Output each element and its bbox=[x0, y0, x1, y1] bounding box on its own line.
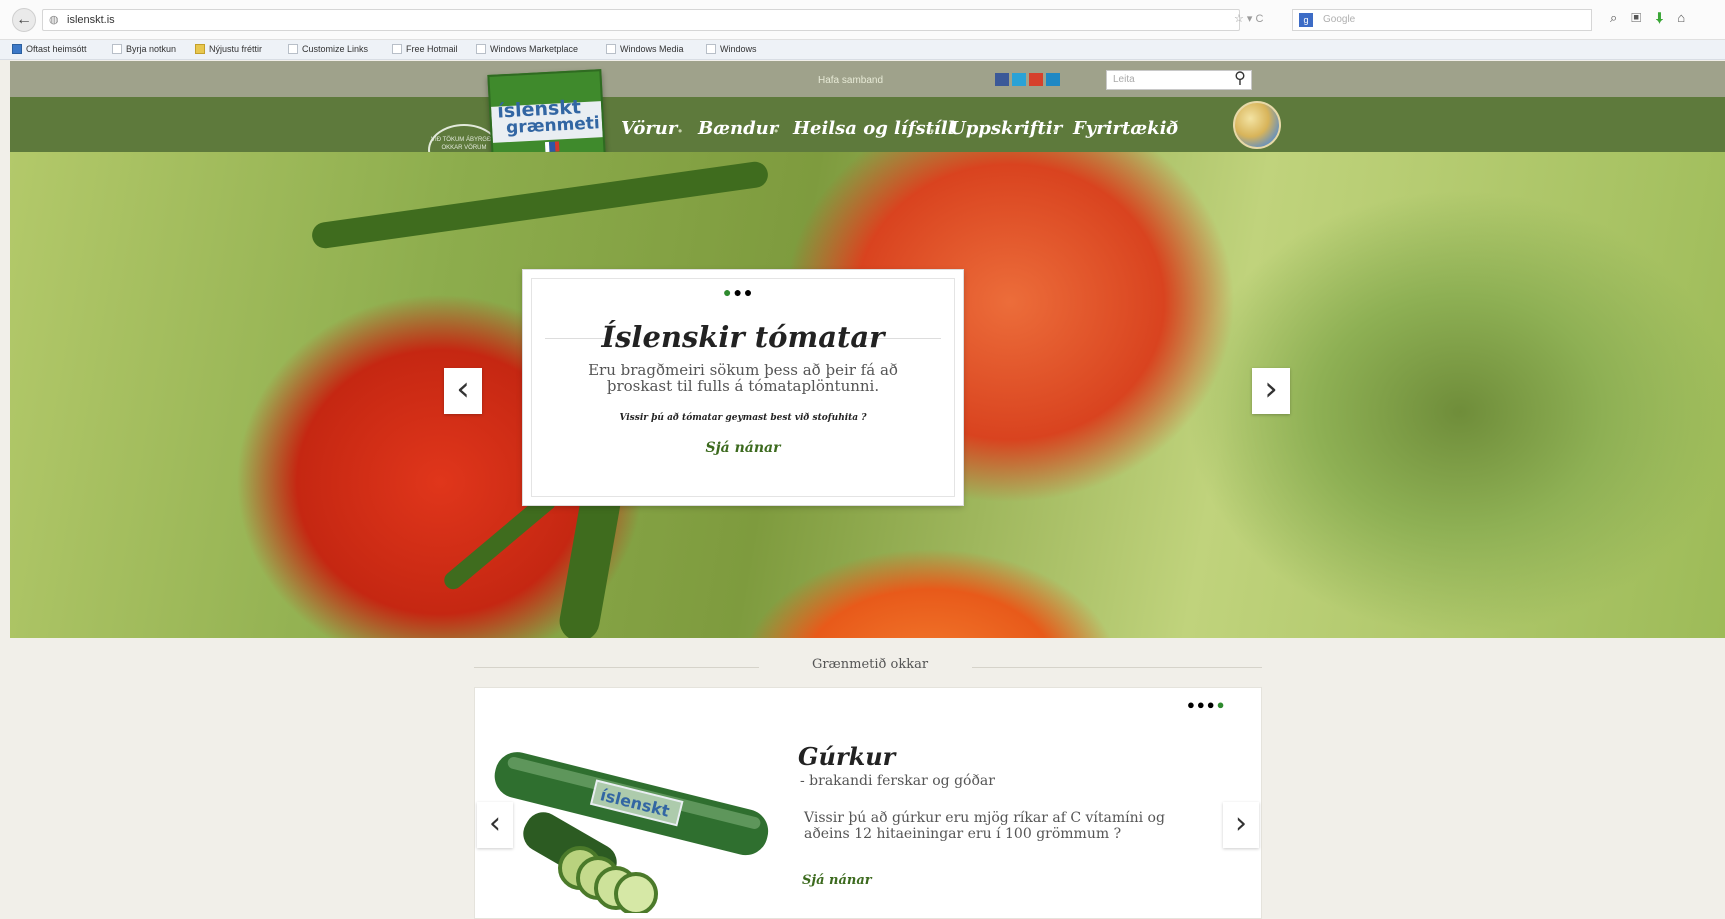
bookmark-item[interactable]: Nýjustu fréttir bbox=[195, 44, 262, 54]
hero-next-arrow-icon[interactable]: › bbox=[1252, 368, 1290, 414]
address-bar[interactable]: ◍ islenskt.is bbox=[42, 9, 1240, 31]
nav-item-vorur[interactable]: Vörur bbox=[621, 118, 677, 139]
section-title: Grænmetið okkar bbox=[811, 657, 929, 672]
language-globe-icon[interactable] bbox=[1233, 101, 1281, 149]
bookmark-item[interactable]: Windows Marketplace bbox=[476, 44, 578, 54]
product-next-arrow-icon[interactable]: › bbox=[1223, 802, 1259, 848]
pager-dot[interactable]: ●●● bbox=[1187, 697, 1217, 712]
bookmark-icon bbox=[606, 44, 616, 54]
bookmark-icon bbox=[12, 44, 22, 54]
nav-item-baendur[interactable]: Bændur bbox=[698, 118, 778, 139]
iceland-flag-icon bbox=[544, 141, 560, 153]
hero-pager[interactable]: ●●● bbox=[723, 284, 754, 300]
youtube-icon[interactable] bbox=[1029, 73, 1043, 86]
product-description: Vissir þú að gúrkur eru mjög ríkar af C … bbox=[804, 810, 1165, 842]
hero-prev-arrow-icon[interactable]: ‹ bbox=[444, 368, 482, 414]
web-search-placeholder: Google bbox=[1323, 14, 1356, 25]
nav-separator: • bbox=[678, 124, 683, 138]
bookmark-icon bbox=[112, 44, 122, 54]
web-search-box[interactable]: g Google bbox=[1292, 9, 1592, 31]
google-icon: g bbox=[1299, 13, 1313, 27]
hero-card: ●●● Íslenskir tómatar Eru bragðmeiri sök… bbox=[523, 270, 963, 505]
bookmark-icon bbox=[706, 44, 716, 54]
hero-title: Íslenskir tómatar bbox=[601, 320, 885, 354]
toolbar-icons[interactable]: ⌕▣⬇⌂ bbox=[1610, 10, 1699, 26]
bookmark-icon bbox=[288, 44, 298, 54]
hero-more-link[interactable]: Sjá nánar bbox=[523, 440, 963, 456]
nav-item-uppskriftir[interactable]: Uppskriftir bbox=[950, 118, 1062, 139]
bookmark-icon bbox=[392, 44, 402, 54]
pager-dot-active[interactable]: ● bbox=[1217, 697, 1227, 712]
bookmark-item[interactable]: Customize Links bbox=[288, 44, 368, 54]
twitter-icon[interactable] bbox=[1012, 73, 1026, 86]
search-icon[interactable]: ⚲ bbox=[1228, 68, 1252, 90]
product-subtitle: - brakandi ferskar og góðar bbox=[800, 773, 995, 789]
social-icons bbox=[995, 73, 1063, 91]
nav-separator: • bbox=[774, 124, 779, 138]
folder-icon bbox=[195, 44, 205, 54]
hero-question: Vissir þú að tómatar geymast best við st… bbox=[619, 413, 867, 423]
reload-icon[interactable]: ☆ ▾ C bbox=[1234, 12, 1263, 25]
vine-stem bbox=[310, 160, 770, 250]
pager-dot-active[interactable]: ● bbox=[723, 284, 733, 300]
bookmark-icon bbox=[476, 44, 486, 54]
browser-toolbar: ← ◍ islenskt.is ☆ ▾ C g Google ⌕▣⬇⌂ bbox=[0, 0, 1725, 40]
bookmark-item[interactable]: Byrja notkun bbox=[112, 44, 176, 54]
hero-description: Eru bragðmeiri sökum þess að þeir fá að … bbox=[588, 361, 898, 395]
product-more-link[interactable]: Sjá nánar bbox=[802, 873, 872, 888]
facebook-icon[interactable] bbox=[995, 73, 1009, 86]
bookmark-item[interactable]: Oftast heimsótt bbox=[12, 44, 87, 54]
bookmark-item[interactable]: Windows bbox=[706, 44, 757, 54]
product-pager[interactable]: ●●●● bbox=[1187, 697, 1226, 712]
download-icon[interactable]: ⬇ bbox=[1655, 10, 1677, 25]
nav-item-fyrirtaekid[interactable]: Fyrirtækið bbox=[1073, 118, 1178, 139]
contact-link[interactable]: Hafa samband bbox=[818, 75, 883, 86]
cucumber-image: íslenskt bbox=[494, 752, 769, 913]
product-title: Gúrkur bbox=[798, 742, 896, 771]
globe-icon: ◍ bbox=[49, 14, 59, 26]
bookmark-item[interactable]: Free Hotmail bbox=[392, 44, 458, 54]
divider bbox=[474, 667, 759, 668]
url-text: islenskt.is bbox=[67, 14, 115, 26]
divider bbox=[972, 667, 1262, 668]
vimeo-icon[interactable] bbox=[1046, 73, 1060, 86]
product-prev-arrow-icon[interactable]: ‹ bbox=[477, 802, 513, 848]
bookmarks-bar: Oftast heimsótt Byrja notkun Nýjustu fré… bbox=[0, 40, 1725, 60]
bookmark-item[interactable]: Windows Media bbox=[606, 44, 684, 54]
back-button[interactable]: ← bbox=[12, 8, 36, 32]
pager-dot[interactable]: ●● bbox=[733, 284, 754, 300]
nav-separator: • bbox=[1053, 124, 1058, 138]
nav-separator: • bbox=[930, 124, 935, 138]
